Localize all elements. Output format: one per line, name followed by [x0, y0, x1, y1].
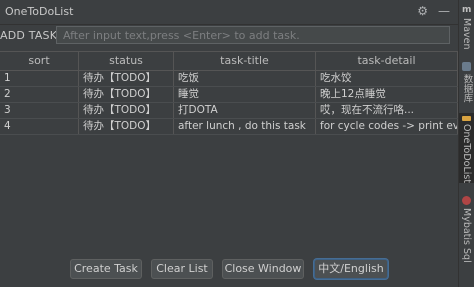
- cell-status: 待办【TODO】: [79, 103, 174, 118]
- add-task-label: ADD TASK: [0, 29, 58, 42]
- table-header: sort status task-title task-detail: [0, 51, 458, 71]
- mybatis-icon: [462, 196, 471, 205]
- create-task-button[interactable]: Create Task: [70, 259, 142, 279]
- database-icon: [462, 62, 471, 71]
- table-row[interactable]: 1 待办【TODO】 吃饭 吃水饺: [0, 71, 458, 87]
- task-table: sort status task-title task-detail 1 待办【…: [0, 51, 458, 135]
- checkbox-icon: [462, 116, 471, 121]
- cell-status: 待办【TODO】: [79, 87, 174, 102]
- cell-task-detail: for cycle codes -> print ever...: [316, 119, 458, 134]
- cell-task-title: 打DOTA: [174, 103, 316, 118]
- cell-task-detail: 哎，现在不流行咯...: [316, 103, 458, 118]
- cell-task-detail: 晚上12点睡觉: [316, 87, 458, 102]
- column-header-sort[interactable]: sort: [0, 52, 79, 70]
- language-toggle-button[interactable]: 中文/English: [314, 259, 388, 279]
- sidebar-tab-label: Mybatis Sql: [461, 208, 472, 263]
- sidebar-tab-label: 数据库: [461, 74, 473, 103]
- window-title: OneToDoList: [5, 5, 74, 18]
- right-tool-sidebar: m Maven 数据库 OneToDoList Mybatis Sql: [458, 0, 474, 287]
- table-row[interactable]: 4 待办【TODO】 after lunch , do this task fo…: [0, 119, 458, 135]
- column-header-task-detail[interactable]: task-detail: [316, 52, 458, 70]
- maven-icon: m: [462, 5, 472, 15]
- sidebar-tab-database[interactable]: 数据库: [459, 62, 474, 103]
- todo-panel: OneToDoList ⚙ — ADD TASK After input tex…: [0, 0, 458, 287]
- cell-task-title: after lunch , do this task: [174, 119, 316, 134]
- cell-task-title: 睡觉: [174, 87, 316, 102]
- cell-task-detail: 吃水饺: [316, 71, 458, 86]
- cell-sort: 4: [0, 119, 79, 134]
- task-input[interactable]: After input text,press <Enter> to add ta…: [56, 26, 450, 44]
- clear-list-button[interactable]: Clear List: [151, 259, 213, 279]
- table-row[interactable]: 3 待办【TODO】 打DOTA 哎，现在不流行咯...: [0, 103, 458, 119]
- sidebar-tab-label: OneToDoList: [461, 123, 472, 183]
- title-bar: OneToDoList ⚙ —: [0, 0, 458, 25]
- cell-sort: 2: [0, 87, 79, 102]
- cell-sort: 3: [0, 103, 79, 118]
- sidebar-tab-maven[interactable]: m Maven: [459, 6, 474, 50]
- cell-sort: 1: [0, 71, 79, 86]
- column-header-task-title[interactable]: task-title: [174, 52, 316, 70]
- sidebar-tab-label: Maven: [461, 18, 472, 50]
- button-bar: Create Task Clear List Close Window 中文/E…: [0, 259, 458, 281]
- gear-icon[interactable]: ⚙: [417, 3, 428, 19]
- sidebar-tab-onetodolist[interactable]: OneToDoList: [459, 113, 474, 183]
- sidebar-tab-mybatis-sql[interactable]: Mybatis Sql: [459, 196, 474, 263]
- column-header-status[interactable]: status: [79, 52, 174, 70]
- cell-status: 待办【TODO】: [79, 119, 174, 134]
- minimize-icon[interactable]: —: [438, 3, 450, 19]
- cell-task-title: 吃饭: [174, 71, 316, 86]
- close-window-button[interactable]: Close Window: [222, 259, 304, 279]
- table-row[interactable]: 2 待办【TODO】 睡觉 晚上12点睡觉: [0, 87, 458, 103]
- add-task-toolbar: ADD TASK After input text,press <Enter> …: [0, 24, 458, 48]
- cell-status: 待办【TODO】: [79, 71, 174, 86]
